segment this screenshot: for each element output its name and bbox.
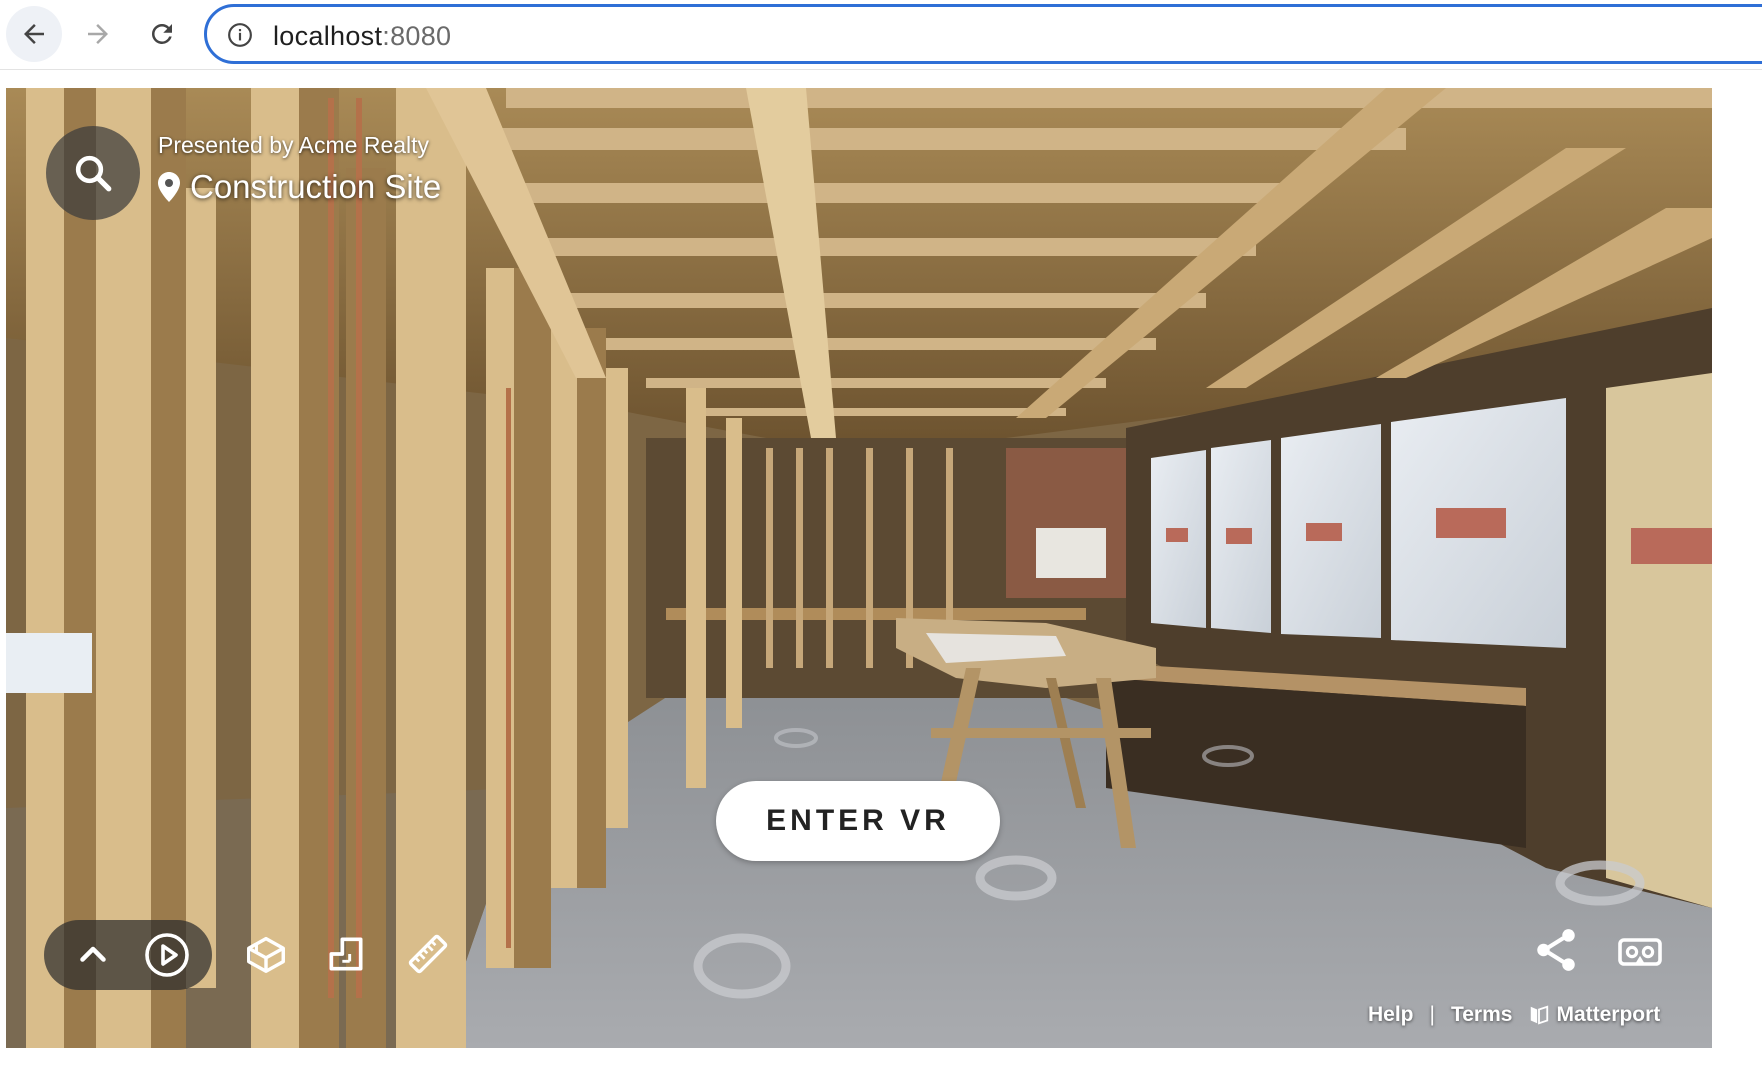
space-title: Construction Site [158,168,441,206]
vr-headset-icon [1618,938,1662,966]
chevron-up-icon [80,946,106,962]
url-port: :8080 [382,21,452,51]
measure-icon [408,934,448,974]
arrow-right-icon [88,24,108,44]
help-link[interactable]: Help [1368,1003,1414,1027]
vr-view-button[interactable] [1610,922,1670,982]
space-title-text: Construction Site [190,168,442,205]
matterport-link[interactable]: Matterport [1528,1003,1660,1027]
matterport-label: Matterport [1556,1003,1661,1026]
back-button[interactable] [6,6,62,62]
measure-tool-button[interactable] [398,924,458,984]
location-pin-icon [158,172,180,202]
expand-controls-button[interactable] [66,928,120,982]
play-tour-button[interactable] [138,926,196,984]
floorplan-view-button[interactable] [316,924,376,984]
presented-by-label: Presented by Acme Realty [158,132,430,158]
terms-link[interactable]: Terms [1451,1003,1512,1027]
url-text: localhost:8080 [273,21,451,52]
browser-toolbar: localhost:8080 [0,0,1762,70]
forward-button[interactable] [70,6,126,62]
share-button[interactable] [1524,918,1588,982]
enter-vr-button[interactable]: ENTER VR [716,781,1000,861]
url-host: localhost [273,21,383,51]
search-icon [75,155,112,192]
matterport-logo [1531,1005,1549,1025]
play-icon [145,933,189,977]
construction-site-panorama[interactable] [6,88,1712,1048]
dollhouse-icon [247,936,285,973]
footer-separator: | [1429,1003,1435,1026]
matterport-viewer[interactable]: Presented by Acme Realty Construction Si… [6,88,1712,1048]
reload-button[interactable] [134,6,190,62]
share-icon [1537,929,1575,971]
search-button[interactable] [46,126,140,220]
address-bar[interactable]: localhost:8080 [204,4,1762,64]
reload-icon [151,23,172,44]
viewer-footer: Help | Terms Matterport [1368,1003,1660,1027]
floorplan-icon [329,937,363,971]
info-icon[interactable] [227,22,253,48]
arrow-left-icon [24,24,44,44]
dollhouse-view-button[interactable] [236,924,296,984]
